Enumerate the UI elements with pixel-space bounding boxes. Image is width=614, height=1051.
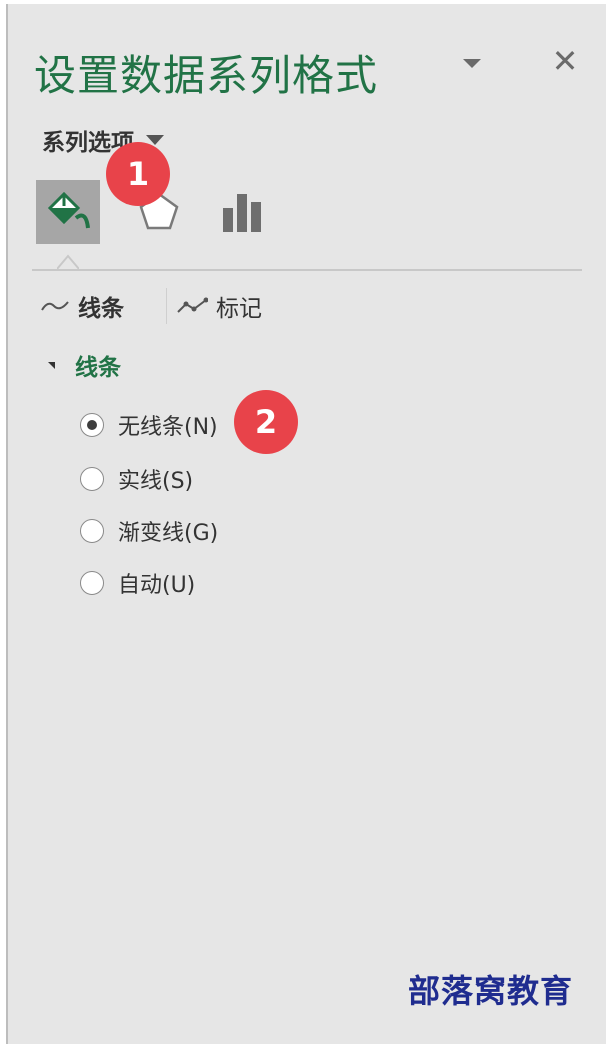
format-data-series-pane: 设置数据系列格式 ✕ 系列选项 1 线条 标记 线条 无线条(N) 实线(S) … <box>6 4 606 1044</box>
pane-title: 设置数据系列格式 <box>34 51 379 100</box>
radio-button[interactable] <box>80 413 104 437</box>
subtab-marker[interactable]: 标记 <box>176 288 262 324</box>
subtab-line[interactable]: 线条 <box>40 288 124 324</box>
close-icon[interactable]: ✕ <box>548 44 582 78</box>
radio-label: 自动(U) <box>118 573 196 598</box>
tab-series-options[interactable] <box>211 180 275 244</box>
line-icon <box>41 301 69 311</box>
series-options-bar-icon <box>223 194 261 232</box>
tab-fill-line[interactable] <box>36 180 100 244</box>
annotation-badge-1: 1 <box>106 142 170 206</box>
subtab-line-label: 线条 <box>78 296 124 322</box>
collapse-caret-icon <box>48 361 55 369</box>
pane-options-dropdown-icon[interactable] <box>460 54 484 74</box>
radio-button[interactable] <box>80 519 104 543</box>
section-line-header[interactable]: 线条 <box>48 348 121 382</box>
subtab-marker-label: 标记 <box>216 296 262 322</box>
radio-label: 无线条(N) <box>118 415 218 440</box>
radio-button[interactable] <box>80 571 104 595</box>
subtab-divider <box>166 288 167 324</box>
fill-line-icon <box>47 191 90 229</box>
tab-pointer <box>57 254 79 270</box>
radio-automatic[interactable]: 自动(U) <box>80 566 195 600</box>
tabs-divider <box>32 269 582 271</box>
watermark-text: 部落窝教育 <box>408 972 574 1010</box>
radio-label: 实线(S) <box>118 469 194 494</box>
marker-icon <box>177 297 208 313</box>
annotation-badge-2: 2 <box>234 390 298 454</box>
radio-button[interactable] <box>80 467 104 491</box>
radio-gradient-line[interactable]: 渐变线(G) <box>80 514 218 548</box>
radio-solid-line[interactable]: 实线(S) <box>80 462 193 496</box>
radio-label: 渐变线(G) <box>118 521 219 546</box>
section-line-label: 线条 <box>75 355 121 381</box>
radio-no-line[interactable]: 无线条(N) <box>80 408 218 442</box>
